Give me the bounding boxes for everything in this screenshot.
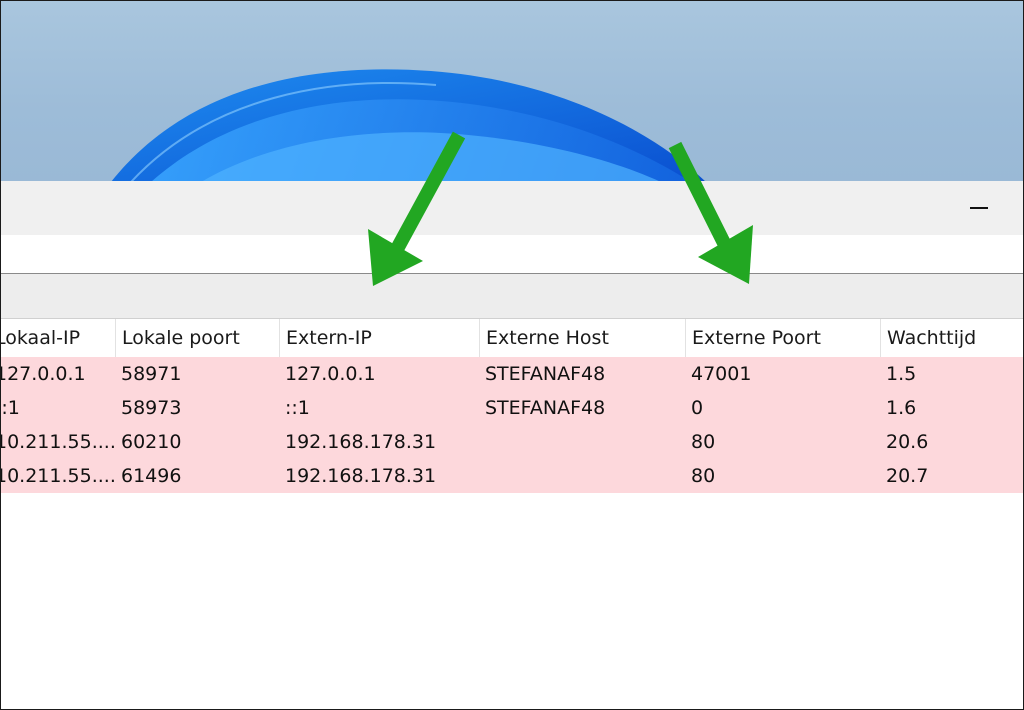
cell-externe-host: STEFANAF48 (485, 363, 606, 385)
screenshot-frame: Lokaal-IP Lokale poort Extern-IP Externe… (0, 0, 1024, 710)
cell-externe-host (479, 459, 685, 493)
cell-lokaal-ip: 127.0.0.1 (0, 363, 86, 385)
table-row[interactable]: 10.211.55.... 60210 192.168.178.31 80 20… (1, 425, 1023, 459)
cell-extern-ip: 127.0.0.1 (285, 363, 376, 385)
minimize-button[interactable] (959, 191, 999, 225)
table-row[interactable]: 127.0.0.1 58971 127.0.0.1 STEFANAF48 470… (1, 357, 1023, 391)
cell-externe-poort: 47001 (691, 363, 752, 385)
table-row[interactable]: ::1 58973 ::1 STEFANAF48 0 1.6 (1, 391, 1023, 425)
cell-wachttijd: 20.7 (886, 465, 929, 487)
table-body: 127.0.0.1 58971 127.0.0.1 STEFANAF48 470… (1, 357, 1023, 493)
title-bar (1, 181, 1023, 235)
cell-extern-ip: ::1 (285, 397, 310, 419)
cell-lokaal-ip: 10.211.55.... (0, 465, 115, 487)
column-header-externe-host[interactable]: Externe Host (479, 319, 685, 357)
cell-extern-ip: 192.168.178.31 (285, 465, 437, 487)
toolbar (1, 274, 1023, 319)
bloom-wallpaper-graphic (111, 69, 706, 182)
cell-externe-poort: 0 (691, 397, 704, 419)
column-header-lokaal-ip[interactable]: Lokaal-IP (1, 319, 115, 357)
column-header-lokale-poort[interactable]: Lokale poort (115, 319, 279, 357)
cell-lokaal-ip: ::1 (1, 397, 20, 419)
cell-wachttijd: 1.6 (886, 397, 917, 419)
connections-table: Lokaal-IP Lokale poort Extern-IP Externe… (1, 319, 1023, 493)
cell-lokale-poort: 61496 (121, 465, 182, 487)
cell-extern-ip: 192.168.178.31 (285, 431, 437, 453)
cell-wachttijd: 20.6 (886, 431, 929, 453)
cell-externe-poort: 80 (691, 431, 716, 453)
table-row[interactable]: 10.211.55.... 61496 192.168.178.31 80 20… (1, 459, 1023, 493)
cell-externe-host (479, 425, 685, 459)
column-header-extern-ip[interactable]: Extern-IP (279, 319, 479, 357)
cell-wachttijd: 1.5 (886, 363, 917, 385)
cell-externe-poort: 80 (691, 465, 716, 487)
cell-externe-host: STEFANAF48 (485, 397, 606, 419)
menu-bar (1, 235, 1023, 274)
cell-lokale-poort: 58971 (121, 363, 182, 385)
cell-lokale-poort: 58973 (121, 397, 182, 419)
desktop-wallpaper (1, 1, 1023, 182)
column-header-externe-poort[interactable]: Externe Poort (685, 319, 880, 357)
minimize-icon (970, 207, 988, 209)
column-header-wachttijd[interactable]: Wachttijd (880, 319, 1023, 357)
cell-lokaal-ip: 10.211.55.... (0, 431, 115, 453)
cell-lokale-poort: 60210 (121, 431, 182, 453)
app-window: Lokaal-IP Lokale poort Extern-IP Externe… (1, 181, 1023, 709)
table-header: Lokaal-IP Lokale poort Extern-IP Externe… (1, 319, 1023, 357)
